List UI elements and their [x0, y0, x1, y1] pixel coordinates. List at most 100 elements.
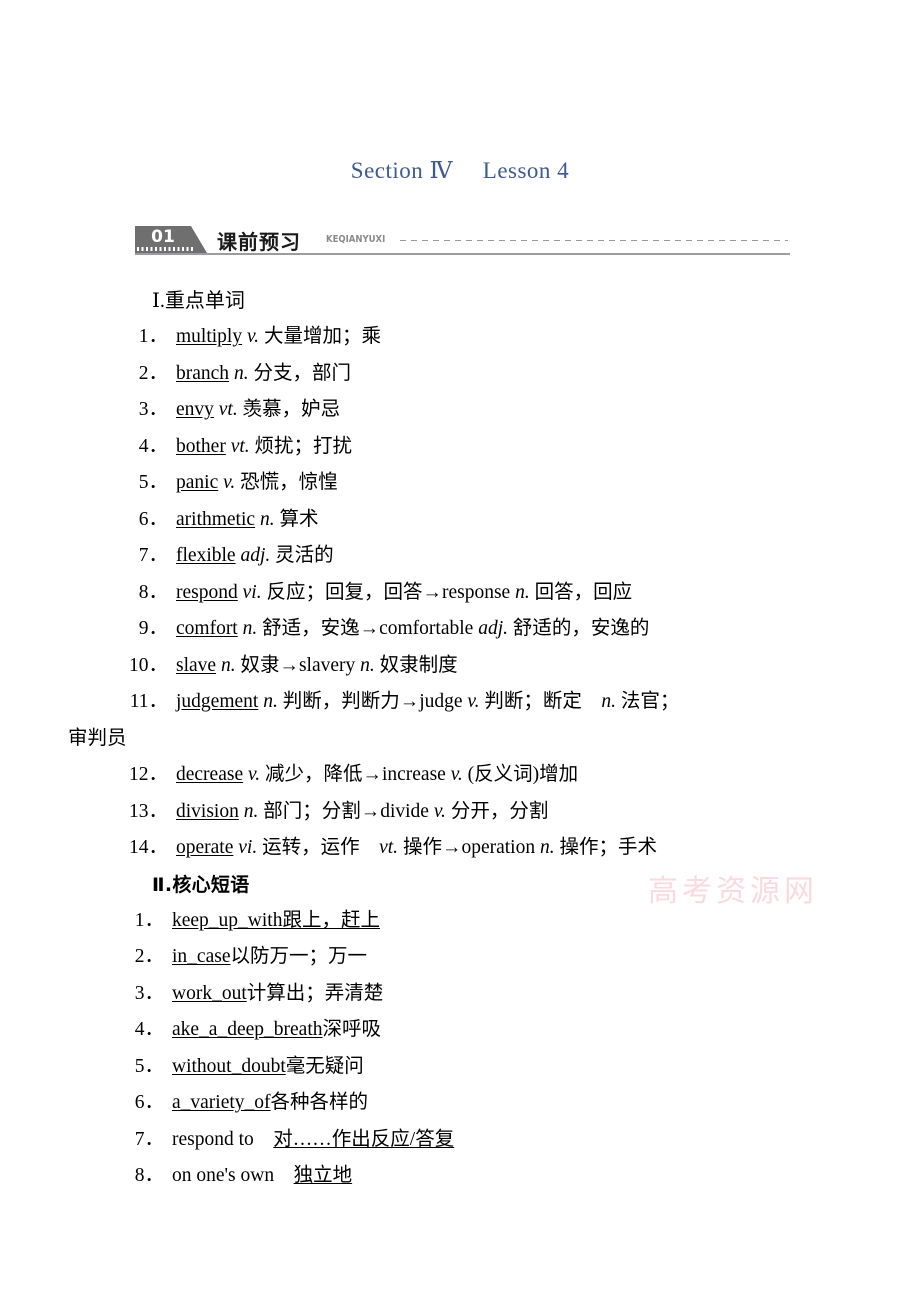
word-part-of-speech: n.: [515, 581, 530, 603]
document-body: Ⅰ.重点单词 1． multiply v. 大量增加；乘 2． branch n. 分…: [0, 283, 920, 1195]
phrase-term: in_case: [172, 946, 231, 967]
phrase-entry-text: respond to 对……作出反应/答复: [172, 1129, 454, 1150]
word-entry-text: flexible adj. 灵活的: [176, 545, 334, 566]
word-term: branch: [176, 362, 230, 384]
word-entry-text: panic v. 恐慌，惊惶: [176, 472, 338, 493]
word-entry-number: 1．: [138, 326, 168, 347]
word-part-of-speech: vt.: [379, 837, 399, 858]
phrase-entry-number: 7．: [134, 1128, 164, 1150]
word-entry-number: 2．: [138, 362, 168, 384]
word-entry: 10． slave n. 奴隶→slavery n. 奴隶制度: [110, 648, 916, 685]
word-entry-text: multiply v. 大量增加；乘: [176, 326, 381, 347]
word-entry: 6． arithmetic n. 算术: [110, 502, 916, 539]
word-entry: 9． comfort n. 舒适，安逸→comfortable adj. 舒适的，…: [110, 611, 916, 648]
word-entry-text: decrease v. 减少，降低→increase v. (反义词)增加: [176, 764, 579, 785]
word-entry: 13． division n. 部门；分割→divide v. 分开，分割: [110, 794, 916, 831]
word-term: panic: [176, 472, 219, 493]
key-phrases-list: 1． keep_up_with跟上，赶上 2． in_case以防万一；万一 3． wor…: [0, 903, 920, 1195]
word-entry: 2． branch n. 分支，部门: [110, 356, 916, 393]
word-entry-number: 9．: [138, 618, 168, 639]
section-banner: 01 课前预习 KEQIANYUXI: [135, 226, 790, 258]
phrase-entry-number: 2．: [134, 946, 164, 967]
word-term: decrease: [176, 764, 244, 785]
word-term: envy: [176, 399, 214, 420]
phrase-entry: 4． ake_a_deep_breath深呼吸: [110, 1012, 912, 1049]
phrase-entry: 1． keep_up_with跟上，赶上: [110, 903, 912, 940]
word-part-of-speech: adj.: [478, 618, 508, 639]
word-entry-text: division n. 部门；分割→divide v. 分开，分割: [176, 800, 549, 822]
banner-dashed-line: [400, 240, 788, 241]
word-entry-number: 11．: [129, 691, 168, 712]
section-title-cn: 课前预习: [217, 230, 301, 254]
phrase-entry-text: without_doubt毫无疑问: [172, 1056, 364, 1077]
word-part-of-speech: adj.: [240, 545, 271, 566]
phrase-entry-text: keep_up_with跟上，赶上: [172, 910, 380, 931]
phrase-entry: 2． in_case以防万一；万一: [110, 939, 912, 976]
word-part-of-speech: n.: [259, 508, 275, 530]
word-entry-number: 10．: [128, 654, 168, 676]
phrase-entry-number: 5．: [134, 1055, 164, 1077]
word-term: judgement: [176, 691, 259, 712]
word-entry-number: 13．: [128, 800, 168, 822]
word-entry-number: 12．: [128, 764, 168, 785]
word-term: respond: [176, 581, 238, 603]
word-part-of-speech: n.: [263, 691, 278, 712]
word-entry-number: 8．: [138, 581, 168, 603]
word-part-of-speech: n.: [243, 800, 259, 822]
word-entry: 14． operate vi. 运转，运作 vt. 操作→operation n.…: [110, 830, 916, 867]
document-page: Section Ⅳ Lesson 4 01 课前预习 KEQIANYUXI Ⅰ.…: [0, 0, 920, 1302]
part2-heading: Ⅱ.核心短语: [152, 873, 250, 896]
word-term: multiply: [176, 326, 243, 347]
word-entry-number: 14．: [128, 837, 168, 858]
word-part-of-speech: v.: [450, 764, 463, 785]
word-entry-number: 7．: [138, 545, 168, 566]
phrase-entry: 6． a_variety_of各种各样的: [110, 1085, 912, 1122]
word-term: flexible: [176, 545, 236, 566]
phrase-entry-text: work_out计算出；弄清楚: [172, 983, 383, 1004]
word-entry-text: comfort n. 舒适，安逸→comfortable adj. 舒适的，安逸…: [176, 618, 650, 639]
word-entry-number: 5．: [138, 472, 168, 493]
phrase-meaning: 以防万一；万一: [230, 946, 367, 967]
word-part-of-speech: v.: [467, 691, 480, 712]
phrase-meaning: 独立地: [293, 1165, 353, 1186]
word-entry: 11． judgement n. 判断，判断力→judge v. 判断；断定 n.…: [110, 684, 916, 721]
word-part-of-speech: vt.: [218, 399, 238, 420]
word-part-of-speech: v.: [246, 326, 260, 347]
phrase-entry-number: 3．: [134, 982, 164, 1004]
phrase-entry-text: in_case以防万一；万一: [172, 946, 367, 967]
word-entry-continuation: 审判员: [68, 727, 127, 749]
word-part-of-speech: n.: [360, 654, 375, 676]
phrase-entry: 3． work_out计算出；弄清楚: [110, 976, 912, 1013]
word-entry: 12． decrease v. 减少，降低→increase v. (反义词)增加: [110, 757, 916, 794]
phrase-entry: 5． without_doubt毫无疑问: [110, 1049, 912, 1086]
word-entry-number: 3．: [138, 399, 168, 420]
part1-heading: Ⅰ.重点单词: [152, 290, 245, 312]
word-entry: 5． panic v. 恐慌，惊惶: [110, 465, 916, 502]
word-term: bother: [176, 435, 226, 457]
word-entry-text: judgement n. 判断，判断力→judge v. 判断；断定 n. 法官…: [176, 691, 680, 712]
phrase-term: ake_a_deep_breath: [172, 1019, 323, 1040]
word-entry-text: bother vt. 烦扰；打扰: [176, 435, 353, 457]
phrase-term: without_doubt: [172, 1055, 286, 1077]
word-entry: 8． respond vi. 反应；回复，回答→response n. 回答，回应: [110, 575, 916, 612]
word-entry-number: 6．: [138, 508, 168, 530]
word-term: arithmetic: [176, 508, 256, 530]
phrase-meaning: 对……作出反应/答复: [273, 1128, 455, 1150]
word-term: operate: [176, 837, 234, 858]
phrase-entry: 7． respond to 对……作出反应/答复: [110, 1122, 912, 1159]
phrase-entry-text: on one's own 独立地: [172, 1165, 352, 1186]
phrase-entry-text: ake_a_deep_breath深呼吸: [172, 1019, 381, 1040]
section-title-pinyin: KEQIANYUXI: [326, 234, 386, 245]
phrase-meaning: 毫无疑问: [285, 1055, 364, 1077]
word-term: division: [176, 800, 239, 822]
word-entry-text: envy vt. 羡慕，妒忌: [176, 399, 341, 420]
word-entry: 7． flexible adj. 灵活的: [110, 538, 916, 575]
word-part-of-speech: n.: [601, 691, 617, 712]
word-term: slave: [176, 654, 217, 676]
word-part-of-speech: vi.: [242, 581, 262, 603]
phrase-entry: 8． on one's own 独立地: [110, 1158, 912, 1195]
word-entry-text: slave n. 奴隶→slavery n. 奴隶制度: [176, 654, 458, 676]
word-part-of-speech: v.: [433, 800, 446, 822]
phrase-term: work_out: [172, 982, 247, 1004]
phrase-meaning: 跟上，赶上: [282, 909, 380, 931]
